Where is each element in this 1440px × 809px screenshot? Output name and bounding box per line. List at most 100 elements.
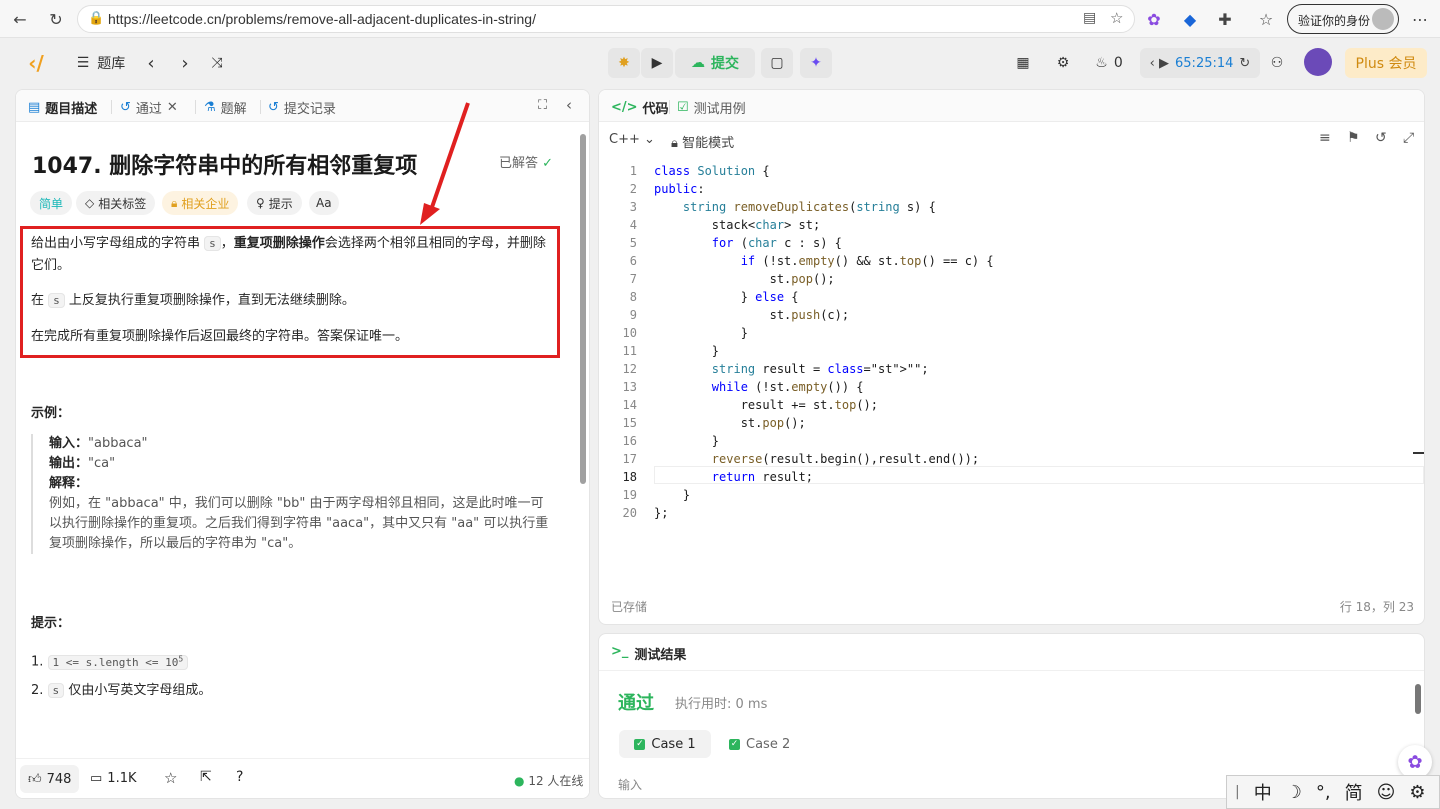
ime-punct-toggle[interactable]: °, — [1316, 782, 1331, 803]
tab-testcases[interactable]: ☑ 测试用例 — [677, 98, 746, 117]
editor-statusbar: 已存储 行 18，列 23 — [611, 600, 1414, 614]
address-bar[interactable]: 🔒 https://leetcode.cn/problems/remove-al… — [77, 5, 1135, 33]
scroll-marker — [1413, 452, 1424, 454]
smart-mode-toggle[interactable]: 🔒︎ 智能模式 — [671, 132, 734, 151]
line-number: 5 — [629, 236, 637, 250]
code-area[interactable]: 1 class Solution {2 public: 3 string remove… — [599, 162, 1424, 592]
companies-chip[interactable]: 🔒︎ 相关企业 — [162, 191, 239, 215]
translate-chip[interactable]: Aa — [309, 191, 339, 215]
history-icon: ↺ — [120, 100, 131, 115]
plus-membership-button[interactable]: Plus 会员 — [1345, 48, 1427, 78]
solved-badge: 已解答 ✓ — [499, 156, 554, 171]
problems-list-button[interactable]: ☰ 题库 — [70, 48, 132, 78]
timer-widget[interactable]: ‹ ▶ 65:25:14 ↻ — [1140, 48, 1260, 78]
code-line: result += st.top(); — [654, 398, 878, 412]
add-friend-icon[interactable]: ⚇ — [1266, 48, 1288, 78]
ime-moon-icon[interactable]: ☽ — [1286, 782, 1302, 803]
bookmark-icon[interactable]: ⚑ — [1347, 130, 1360, 146]
tab-accepted[interactable]: ↺ 通过 ✕ — [120, 98, 178, 117]
example-heading: 示例： — [31, 406, 71, 421]
tab-description[interactable]: ▤ 题目描述 — [28, 98, 97, 117]
hint-item: 1. 1 <= s.length <= 105 — [31, 648, 556, 674]
line-number: 12 — [622, 362, 637, 376]
line-number: 11 — [622, 344, 637, 358]
settings-icon[interactable]: ⚙ — [1052, 48, 1074, 78]
code-line: } else { — [654, 290, 799, 304]
prev-problem-icon[interactable]: ‹ — [140, 48, 162, 78]
flask-icon: ⚗ — [204, 100, 216, 115]
back-icon[interactable]: ← — [10, 9, 30, 29]
lock-icon: 🔒︎ — [171, 195, 178, 210]
code-editor-panel: </> 代码 ☑ 测试用例 C++ ⌄ 🔒︎ 智能模式 ≡ ⚑ ↺ ⤢ 1 cla… — [598, 89, 1425, 625]
collapse-panel-icon[interactable]: ‹ — [566, 96, 572, 114]
problem-tabbar: ▤ 题目描述 ↺ 通过 ✕ ⚗ 题解 ↺ 提交记录 ⛶ ‹ — [16, 90, 589, 122]
more-icon[interactable]: ⋯ — [1410, 9, 1430, 29]
lock-icon: 🔒︎ — [671, 136, 678, 151]
line-number: 14 — [622, 398, 637, 412]
case-2-tab[interactable]: ✓ Case 2 — [729, 730, 799, 758]
streak-counter[interactable]: ♨ 0 — [1092, 48, 1126, 78]
line-number: 17 — [622, 452, 637, 466]
tab-code[interactable]: </> 代码 — [611, 98, 669, 117]
result-status: 通过 — [618, 693, 654, 714]
reload-icon[interactable]: ↻ — [46, 9, 66, 29]
leetcode-logo-icon[interactable]: ‹/ — [22, 48, 50, 78]
layout-icon[interactable]: ▦ — [1012, 48, 1034, 78]
hint-chip[interactable]: ♀ 提示 — [247, 191, 302, 215]
case-1-tab[interactable]: ✓ Case 1 — [619, 730, 711, 758]
ime-settings-icon[interactable]: ⚙ — [1409, 782, 1425, 803]
ime-simplified-toggle[interactable]: 简 — [1345, 779, 1363, 805]
description-scrollbar[interactable] — [580, 134, 586, 484]
annotation-arrow — [420, 102, 470, 225]
star-icon[interactable]: ☆ — [164, 769, 177, 787]
help-icon[interactable]: ? — [236, 769, 243, 785]
next-problem-icon[interactable]: › — [174, 48, 196, 78]
hint-item: 2. s 仅由小写英文字母组成。 — [31, 683, 212, 698]
description-paragraph-1: 给出由小写字母组成的字符串 s ，重复项删除操作会选择两个相邻且相同的字母，并删除… — [31, 236, 546, 273]
favorites-icon[interactable]: ☆ — [1256, 9, 1276, 29]
shuffle-icon[interactable]: ⤨ — [206, 48, 228, 78]
format-icon[interactable]: ≡ — [1319, 130, 1331, 146]
expand-icon[interactable]: ⛶ — [538, 98, 547, 113]
code-line: st.pop(); — [654, 272, 835, 286]
reader-icon[interactable]: ▤ — [1083, 10, 1096, 26]
reset-icon[interactable]: ↺ — [1375, 130, 1387, 146]
puzzle-icon[interactable]: ✚ — [1215, 9, 1235, 29]
ai-sparkle-icon[interactable]: ✦ — [800, 48, 832, 78]
code-line: st.push(c); — [654, 308, 850, 322]
results-scrollbar[interactable] — [1415, 684, 1421, 714]
line-number: 18 — [622, 470, 637, 484]
ime-emoji-icon[interactable]: ☺ — [1377, 782, 1396, 803]
test-results-tab[interactable]: >_ 测试结果 — [611, 644, 686, 663]
comments-button[interactable]: ▭ 1.1K — [90, 771, 137, 786]
copilot-icon[interactable]: ✿ — [1144, 9, 1164, 29]
code-line: class Solution { — [654, 164, 770, 178]
favorite-star-icon[interactable]: ☆ — [1110, 9, 1123, 27]
note-icon[interactable]: ▢ — [761, 48, 793, 78]
ai-assistant-icon[interactable]: ✿ — [1398, 745, 1432, 779]
check-icon: ✓ — [729, 738, 740, 750]
tab-solutions[interactable]: ⚗ 题解 — [204, 98, 247, 117]
line-number: 19 — [622, 488, 637, 502]
run-button[interactable]: ▶ — [641, 48, 673, 78]
browser-toolbar: ← ↻ 🔒 https://leetcode.cn/problems/remov… — [0, 0, 1440, 38]
extension-icon[interactable]: ◆ — [1180, 9, 1200, 29]
submit-button[interactable]: ☁ 提交 — [675, 48, 755, 78]
code-line: reverse(result.begin(),result.end()); — [711, 452, 980, 466]
tab-submissions[interactable]: ↺ 提交记录 — [268, 98, 336, 117]
user-avatar[interactable] — [1304, 48, 1332, 76]
code-line: string removeDuplicates(string s) { — [682, 200, 936, 214]
code-line: }; — [654, 506, 669, 520]
debug-icon[interactable]: ✸ — [608, 48, 640, 78]
like-button[interactable]: 👍︎ 748 — [20, 765, 80, 793]
close-tab-icon[interactable]: ✕ — [167, 100, 178, 115]
topic-tags-chip[interactable]: ◇ 相关标签 — [76, 191, 156, 215]
ime-chinese-toggle[interactable]: 中 — [1254, 779, 1272, 805]
comment-icon: ▭ — [90, 771, 103, 786]
share-icon[interactable]: ⇱ — [200, 769, 212, 785]
cloud-upload-icon: ☁ — [691, 55, 705, 71]
fullscreen-icon[interactable]: ⤢ — [1403, 130, 1414, 146]
language-select[interactable]: C++ ⌄ — [609, 132, 655, 147]
lock-icon: 🔒 — [88, 11, 105, 26]
profile-verify-button[interactable]: 验证你的身份 — [1287, 4, 1399, 34]
